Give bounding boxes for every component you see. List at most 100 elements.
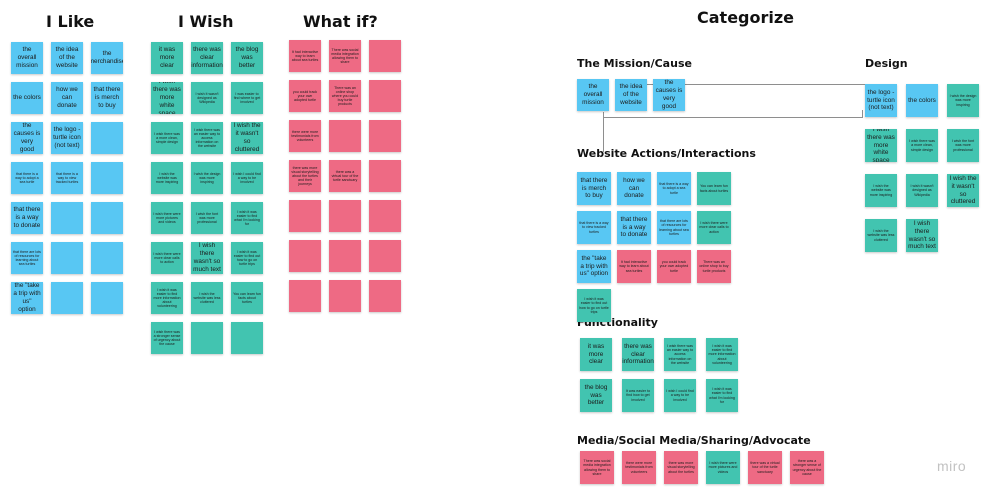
sticky-note-functionality[interactable]: it was more clear bbox=[580, 338, 612, 371]
sticky-note-actions[interactable]: the "take a trip with us" option bbox=[577, 250, 611, 283]
sticky-note-actions[interactable]: that there is a way to view tracked turt… bbox=[577, 211, 611, 244]
sticky-note-what-if[interactable]: there was a virtual tour of the turtle s… bbox=[329, 160, 361, 192]
sticky-note-i-wish[interactable]: I wish there were more clear calls to ac… bbox=[151, 242, 183, 274]
sticky-note-i-wish[interactable] bbox=[191, 322, 223, 354]
sticky-note-mission[interactable]: the overall mission bbox=[577, 79, 609, 111]
sticky-note-what-if[interactable] bbox=[369, 80, 401, 112]
sticky-note-i-like[interactable]: that there is a way to view tracked turt… bbox=[51, 162, 83, 194]
sticky-note-i-wish[interactable]: I wish the design was more inspiring bbox=[191, 162, 223, 194]
sticky-note-what-if[interactable]: There was an online shop where you could… bbox=[329, 80, 361, 112]
sticky-note-i-like[interactable] bbox=[51, 202, 83, 234]
sticky-note-actions[interactable]: that there are lots of resources for lea… bbox=[657, 211, 691, 244]
sticky-note-i-wish[interactable]: it was more clear bbox=[151, 42, 183, 74]
sticky-note-design[interactable]: I wish there was more white space bbox=[865, 129, 897, 162]
sticky-note-i-like[interactable]: the idea of the website bbox=[51, 42, 83, 74]
sticky-note-i-like[interactable] bbox=[91, 122, 123, 154]
sticky-note-actions[interactable]: you could track your own adopted turtle bbox=[657, 250, 691, 283]
sticky-note-what-if[interactable] bbox=[329, 120, 361, 152]
sticky-note-i-wish[interactable]: I wish it wasn't designed as Wikipedia bbox=[191, 82, 223, 114]
sticky-note-i-like[interactable] bbox=[91, 202, 123, 234]
sticky-note-i-wish[interactable]: I wish there was a stronger sense of urg… bbox=[151, 322, 183, 354]
sticky-note-actions[interactable]: I wish it was easier to find out how to … bbox=[577, 289, 611, 322]
sticky-note-i-wish[interactable]: I wish the it wasn't so cluttered bbox=[231, 122, 263, 154]
sticky-note-what-if[interactable] bbox=[329, 280, 361, 312]
sticky-note-actions[interactable]: There was an online shop to buy turtle p… bbox=[697, 250, 731, 283]
sticky-note-design[interactable]: I wish the website was less cluttered bbox=[865, 219, 897, 252]
sticky-note-media[interactable]: there was a virtual tour of the turtle s… bbox=[748, 451, 782, 484]
sticky-note-mission[interactable]: the causes is very good bbox=[653, 79, 685, 111]
sticky-note-i-like[interactable]: that there are lots of resources for lea… bbox=[11, 242, 43, 274]
sticky-note-design[interactable]: I wish there wasn't so much text bbox=[906, 219, 938, 252]
sticky-note-what-if[interactable]: there was more visual storytelling about… bbox=[289, 160, 321, 192]
sticky-note-design[interactable]: the logo - turtle icon (not text) bbox=[865, 84, 897, 117]
sticky-note-functionality[interactable]: I wish there was an easier way to access… bbox=[664, 338, 696, 371]
sticky-note-actions[interactable]: You can learn fun facts about turtles bbox=[697, 172, 731, 205]
sticky-note-i-like[interactable] bbox=[51, 282, 83, 314]
sticky-note-functionality[interactable]: I wish it was easier to find more inform… bbox=[706, 338, 738, 371]
sticky-note-what-if[interactable] bbox=[369, 200, 401, 232]
sticky-note-i-wish[interactable]: I wish there wasn't so much text bbox=[191, 242, 223, 274]
sticky-note-i-like[interactable]: the colors bbox=[11, 82, 43, 114]
sticky-note-what-if[interactable] bbox=[289, 280, 321, 312]
sticky-note-media[interactable]: There was social media integration allow… bbox=[580, 451, 614, 484]
sticky-note-i-like[interactable]: the causes is very good bbox=[11, 122, 43, 154]
sticky-note-functionality[interactable]: I wish I could find a way to be involved bbox=[664, 379, 696, 412]
sticky-note-what-if[interactable] bbox=[329, 200, 361, 232]
whiteboard-canvas[interactable]: I Like I Wish What if? Categorize The Mi… bbox=[0, 0, 992, 492]
sticky-note-actions[interactable]: that there is a way to donate bbox=[617, 211, 651, 244]
sticky-note-i-like[interactable]: the "take a trip with us" option bbox=[11, 282, 43, 314]
sticky-note-media[interactable]: I wish there were more pictures and vide… bbox=[706, 451, 740, 484]
sticky-note-i-wish[interactable]: I wish there was more white space bbox=[151, 82, 183, 114]
sticky-note-i-wish[interactable]: You can learn fun facts about turtles bbox=[231, 282, 263, 314]
sticky-note-media[interactable]: there were more testimonials from volunt… bbox=[622, 451, 656, 484]
sticky-note-what-if[interactable]: It had interactive way to learn about se… bbox=[289, 40, 321, 72]
sticky-note-i-wish[interactable]: I wish there was an easier way to access… bbox=[191, 122, 223, 154]
sticky-note-what-if[interactable] bbox=[369, 160, 401, 192]
sticky-note-i-like[interactable] bbox=[91, 162, 123, 194]
sticky-note-i-wish[interactable]: I wish the font was more professional bbox=[191, 202, 223, 234]
sticky-note-i-like[interactable]: the logo - turtle icon (not text) bbox=[51, 122, 83, 154]
sticky-note-i-wish[interactable]: I wish it was easier to find more inform… bbox=[151, 282, 183, 314]
sticky-note-design[interactable]: I wish the design was more inspiring bbox=[947, 84, 979, 117]
sticky-note-i-like[interactable]: how we can donate bbox=[51, 82, 83, 114]
sticky-note-design[interactable]: I wish the website was more inspiring bbox=[865, 174, 897, 207]
sticky-note-i-like[interactable] bbox=[91, 242, 123, 274]
sticky-note-i-like[interactable] bbox=[51, 242, 83, 274]
sticky-note-what-if[interactable]: there were more testimonials from volunt… bbox=[289, 120, 321, 152]
sticky-note-functionality[interactable]: there was clear information bbox=[622, 338, 654, 371]
sticky-note-i-wish[interactable]: there was clear information bbox=[191, 42, 223, 74]
sticky-note-what-if[interactable]: There was social media integration allow… bbox=[329, 40, 361, 72]
sticky-note-i-wish[interactable]: I wish the website was more inspiring bbox=[151, 162, 183, 194]
sticky-note-i-wish[interactable]: I wish it was easier to find what I'm lo… bbox=[231, 202, 263, 234]
sticky-note-actions[interactable]: that there is merch to buy bbox=[577, 172, 611, 205]
sticky-note-i-wish[interactable]: I was easier to find where to get involv… bbox=[231, 82, 263, 114]
sticky-note-i-wish[interactable]: I wish the website was less cluttered bbox=[191, 282, 223, 314]
sticky-note-what-if[interactable] bbox=[369, 120, 401, 152]
sticky-note-actions[interactable]: how we can donate bbox=[617, 172, 651, 205]
sticky-note-what-if[interactable]: you could track your own adopted turtle bbox=[289, 80, 321, 112]
sticky-note-actions[interactable]: that there is a way to adopt a sea turtl… bbox=[657, 172, 691, 205]
sticky-note-i-wish[interactable]: the blog was better bbox=[231, 42, 263, 74]
sticky-note-i-wish[interactable]: I wish I could find a way to be involved bbox=[231, 162, 263, 194]
sticky-note-design[interactable]: I wish there was a more clean, simple de… bbox=[906, 129, 938, 162]
sticky-note-what-if[interactable] bbox=[289, 240, 321, 272]
sticky-note-functionality[interactable]: the blog was better bbox=[580, 379, 612, 412]
sticky-note-actions[interactable]: I wish there were more clear calls to ac… bbox=[697, 211, 731, 244]
sticky-note-i-wish[interactable] bbox=[231, 322, 263, 354]
sticky-note-i-like[interactable]: that there is merch to buy bbox=[91, 82, 123, 114]
sticky-note-what-if[interactable] bbox=[369, 240, 401, 272]
sticky-note-what-if[interactable] bbox=[369, 280, 401, 312]
sticky-note-i-wish[interactable]: I wish there were more pictures and vide… bbox=[151, 202, 183, 234]
sticky-note-i-like[interactable] bbox=[91, 282, 123, 314]
sticky-note-what-if[interactable] bbox=[369, 40, 401, 72]
sticky-note-actions[interactable]: It had interactive way to learn about se… bbox=[617, 250, 651, 283]
sticky-note-design[interactable]: the colors bbox=[906, 84, 938, 117]
sticky-note-what-if[interactable] bbox=[329, 240, 361, 272]
sticky-note-functionality[interactable]: I wish it was easier to find what I'm lo… bbox=[706, 379, 738, 412]
sticky-note-media[interactable]: there was more visual storytelling about… bbox=[664, 451, 698, 484]
sticky-note-i-like[interactable]: that there is a way to adopt a sea turtl… bbox=[11, 162, 43, 194]
sticky-note-what-if[interactable] bbox=[289, 200, 321, 232]
sticky-note-design[interactable]: I wish it wasn't designed as Wikipedia bbox=[906, 174, 938, 207]
sticky-note-functionality[interactable]: It was easier to find how to get involve… bbox=[622, 379, 654, 412]
sticky-note-design[interactable]: I wish the font was more professional bbox=[947, 129, 979, 162]
